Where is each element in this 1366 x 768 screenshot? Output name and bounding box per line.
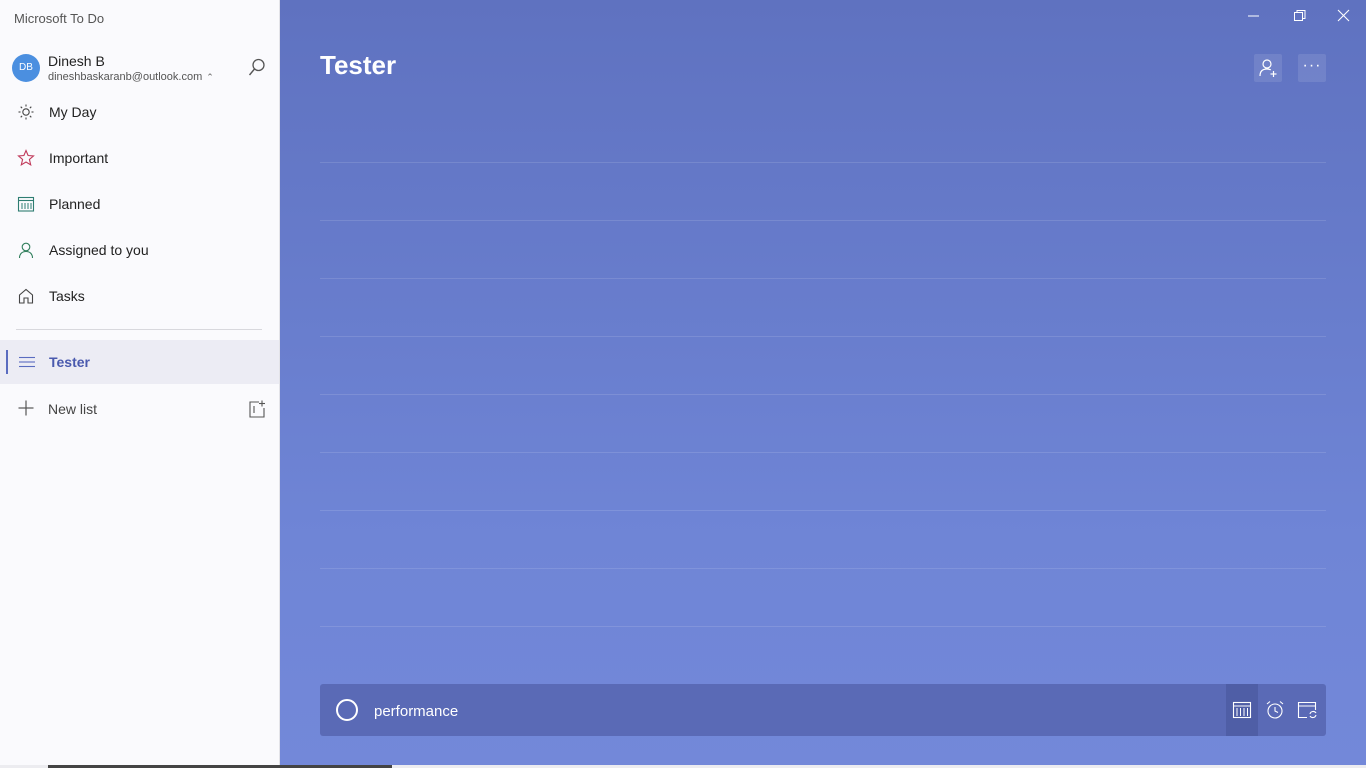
remind-me-button[interactable]: [1263, 698, 1287, 722]
page-title: Tester: [320, 50, 397, 80]
account-email-row: dineshbaskaranb@outlook.com ⌃: [48, 71, 214, 83]
more-icon: ···: [1302, 57, 1322, 74]
nav-item-label: Planned: [49, 196, 101, 212]
close-button[interactable]: [1332, 4, 1356, 28]
task-row-separator: [320, 568, 1326, 569]
sun-icon: [18, 104, 34, 120]
task-checkbox-icon[interactable]: [336, 699, 358, 721]
sidebar: Microsoft To Do DB Dinesh B dineshbaskar…: [0, 0, 280, 768]
task-tools: [1226, 684, 1326, 736]
alarm-clock-icon: [1266, 701, 1284, 719]
task-list-pane: Tester ···: [280, 0, 1366, 768]
task-row-separator: [320, 220, 1326, 221]
close-icon: [1337, 9, 1350, 22]
restore-button[interactable]: [1288, 4, 1312, 28]
task-row-separator: [320, 626, 1326, 627]
new-group-icon: [249, 400, 265, 418]
task-row-separator: [320, 162, 1326, 163]
add-task-bar: [320, 684, 1326, 736]
nav-item-tasks[interactable]: Tasks: [0, 277, 279, 317]
plus-icon: [18, 400, 34, 416]
star-icon: [17, 149, 35, 166]
app-title: Microsoft To Do: [14, 11, 105, 26]
task-row-separator: [320, 394, 1326, 395]
task-row-separator: [320, 336, 1326, 337]
list-icon: [19, 356, 35, 368]
minimize-button[interactable]: [1242, 4, 1266, 28]
task-row-separator: [320, 278, 1326, 279]
nav-item-my-day[interactable]: My Day: [0, 93, 279, 133]
avatar: DB: [12, 54, 40, 82]
repeat-button[interactable]: [1295, 698, 1319, 722]
nav-item-label: Assigned to you: [49, 242, 149, 258]
due-date-button[interactable]: [1230, 698, 1254, 722]
chevron-updown-icon: ⌃: [206, 72, 214, 82]
list-item-label: Tester: [49, 354, 90, 370]
calendar-icon: [1232, 701, 1252, 719]
list-item-tester[interactable]: Tester: [0, 340, 279, 384]
search-button[interactable]: [247, 57, 267, 79]
add-task-input[interactable]: [372, 696, 1176, 726]
share-list-button[interactable]: [1254, 54, 1282, 82]
repeat-calendar-icon: [1297, 701, 1317, 719]
nav-item-planned[interactable]: Planned: [0, 185, 279, 225]
new-group-button[interactable]: [247, 399, 267, 419]
nav-item-label: Important: [49, 150, 109, 166]
selection-indicator: [6, 350, 8, 374]
divider: [16, 329, 262, 330]
more-options-button[interactable]: ···: [1298, 54, 1326, 82]
account-switcher[interactable]: DB Dinesh B dineshbaskaranb@outlook.com ⌃: [12, 52, 272, 86]
task-row-separator: [320, 510, 1326, 511]
search-icon: [248, 58, 265, 76]
calendar-icon: [17, 196, 35, 212]
add-person-icon: [1259, 59, 1277, 77]
account-name: Dinesh B: [48, 53, 105, 69]
restore-icon: [1294, 10, 1306, 21]
nav-item-important[interactable]: Important: [0, 139, 279, 179]
new-list-label: New list: [48, 401, 98, 417]
nav-item-assigned[interactable]: Assigned to you: [0, 231, 279, 271]
minimize-icon: [1248, 15, 1259, 17]
nav-item-label: Tasks: [49, 288, 85, 304]
nav-item-label: My Day: [49, 104, 97, 120]
account-email: dineshbaskaranb@outlook.com: [48, 71, 203, 83]
home-icon: [18, 288, 34, 304]
person-icon: [18, 242, 34, 259]
task-row-separator: [320, 452, 1326, 453]
new-list-button[interactable]: New list: [0, 388, 240, 428]
